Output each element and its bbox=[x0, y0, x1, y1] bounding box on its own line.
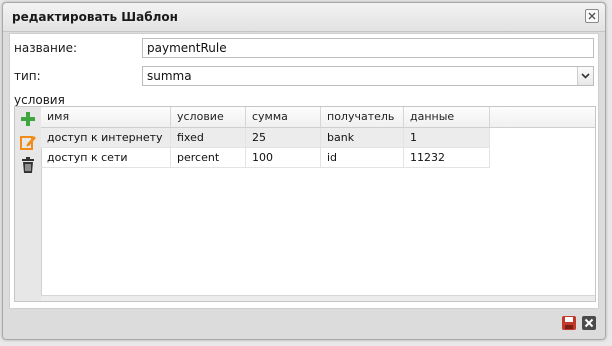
cell-amount: 25 bbox=[246, 128, 321, 147]
edit-condition-button[interactable] bbox=[19, 133, 37, 151]
column-header-condition[interactable]: условие bbox=[171, 107, 246, 127]
save-button[interactable] bbox=[561, 315, 577, 331]
dialog-body: название: paymentRule тип: summa условия bbox=[9, 33, 599, 309]
cell-name: доступ к интернету bbox=[41, 128, 171, 147]
cell-data: 1 bbox=[404, 128, 490, 147]
name-label: название: bbox=[14, 41, 78, 55]
cell-amount: 100 bbox=[246, 148, 321, 167]
chevron-down-icon bbox=[581, 73, 590, 79]
horizontal-scrollbar[interactable] bbox=[41, 295, 595, 301]
type-label: тип: bbox=[14, 69, 41, 83]
type-select[interactable]: summa bbox=[142, 66, 594, 86]
save-icon bbox=[562, 316, 576, 330]
cell-name: доступ к сети bbox=[41, 148, 171, 167]
dialog-close-button[interactable] bbox=[585, 9, 599, 23]
close-icon bbox=[588, 12, 596, 20]
dialog-title: редактировать Шаблон bbox=[12, 10, 178, 24]
name-input[interactable]: paymentRule bbox=[142, 38, 594, 58]
column-header-amount[interactable]: сумма bbox=[246, 107, 321, 127]
trash-icon bbox=[22, 157, 34, 173]
type-select-dropdown-button[interactable] bbox=[577, 67, 593, 85]
column-header-data[interactable]: данные bbox=[404, 107, 490, 127]
cancel-button[interactable] bbox=[581, 315, 597, 331]
conditions-grid-panel: имя условие сумма получатель данные дост… bbox=[14, 106, 596, 302]
conditions-grid: имя условие сумма получатель данные дост… bbox=[41, 107, 595, 301]
add-condition-button[interactable] bbox=[19, 110, 37, 128]
edit-template-dialog: редактировать Шаблон название: paymentRu… bbox=[2, 2, 606, 340]
grid-header: имя условие сумма получатель данные bbox=[41, 107, 595, 128]
conditions-label: условия bbox=[14, 93, 65, 107]
grid-toolbar bbox=[15, 107, 42, 301]
cell-recipient: bank bbox=[321, 128, 404, 147]
table-row[interactable]: доступ к интернету fixed 25 bank 1 bbox=[41, 128, 490, 148]
column-header-name[interactable]: имя bbox=[41, 107, 171, 127]
table-row[interactable]: доступ к сети percent 100 id 11232 bbox=[41, 148, 490, 168]
cell-data: 11232 bbox=[404, 148, 490, 167]
dialog-footer bbox=[9, 311, 599, 337]
cell-recipient: id bbox=[321, 148, 404, 167]
edit-icon bbox=[20, 136, 36, 150]
type-select-value: summa bbox=[147, 69, 192, 83]
plus-icon bbox=[21, 112, 35, 126]
dialog-titlebar: редактировать Шаблон bbox=[3, 3, 605, 32]
cell-condition: fixed bbox=[171, 128, 246, 147]
cell-condition: percent bbox=[171, 148, 246, 167]
column-header-recipient[interactable]: получатель bbox=[321, 107, 404, 127]
close-icon bbox=[582, 316, 596, 330]
delete-condition-button[interactable] bbox=[19, 156, 37, 174]
